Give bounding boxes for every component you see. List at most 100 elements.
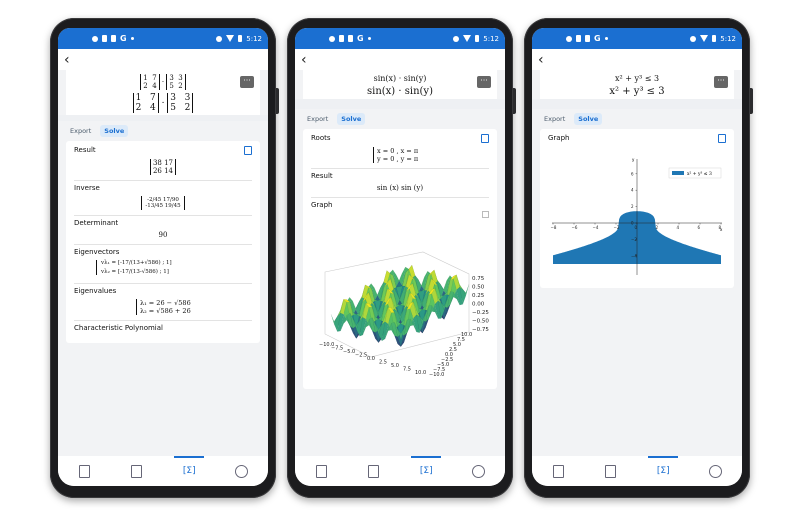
tab-solve[interactable]: Solve bbox=[337, 113, 366, 125]
z-tick-label: −0.25 bbox=[472, 310, 489, 316]
section-title: Inverse bbox=[74, 184, 100, 192]
active-nav-indicator bbox=[648, 456, 679, 458]
profile-nav-icon[interactable] bbox=[235, 464, 249, 478]
history-nav-icon[interactable] bbox=[551, 464, 565, 478]
y-tick-label: 2 bbox=[631, 204, 634, 209]
bottom-navigation: [Σ] bbox=[532, 456, 742, 486]
result-section: Result sin (x) sin (y) bbox=[311, 169, 489, 198]
eigenvalues-section: Eigenvalues λ₁ = 26 − √586 λ₂ = √586 + 2… bbox=[74, 284, 252, 321]
x-tick-label: −5.0 bbox=[343, 349, 355, 355]
tab-export[interactable]: Export bbox=[303, 113, 332, 125]
section-title: Result bbox=[311, 172, 333, 180]
bottom-navigation: [Σ] bbox=[58, 456, 268, 486]
fullscreen-icon[interactable] bbox=[482, 211, 489, 218]
graph-section: Graph y x −8 −6 −4 −2 0 2 4 6 8 6 4 2 0 −2 −4 x² + y³… bbox=[548, 131, 726, 282]
y-axis-label: y bbox=[632, 157, 635, 162]
wifi-icon bbox=[463, 35, 472, 42]
eye-status-icon bbox=[216, 35, 223, 42]
pdf-nav-icon[interactable] bbox=[367, 464, 381, 478]
copy-icon[interactable] bbox=[718, 134, 726, 143]
tab-export[interactable]: Export bbox=[66, 125, 95, 137]
eye-status-icon bbox=[690, 35, 697, 42]
legend-swatch bbox=[672, 171, 684, 175]
solution-card: Roots x = 0 , x = π y = 0 , y = π Result… bbox=[303, 129, 497, 389]
matrix-row: 38 17 bbox=[152, 159, 174, 167]
file-status-icon bbox=[348, 35, 353, 42]
mode-tabs: Export Solve bbox=[295, 109, 505, 129]
expression-rendered: sin(x) · sin(y) bbox=[367, 86, 433, 97]
result-value: sin (x) sin (y) bbox=[376, 184, 424, 192]
copy-icon[interactable] bbox=[481, 134, 489, 143]
section-title: Determinant bbox=[74, 219, 119, 227]
copy-icon[interactable] bbox=[244, 146, 252, 155]
z-tick-label: 0.00 bbox=[472, 302, 485, 308]
screen: G 5:12 ‹ 1 72 4 · 3 35 2 1 72 4 · 3 35 2 bbox=[58, 28, 268, 486]
eigenvector-2: vλ₂ = [-17/(13-√586) ; 1] bbox=[101, 269, 169, 275]
expression-rendered: x² + y³ ≤ 3 bbox=[609, 86, 665, 97]
roots-section: Roots x = 0 , x = π y = 0 , y = π bbox=[311, 131, 489, 169]
pdf-nav-icon[interactable] bbox=[130, 464, 144, 478]
x-tick-label: −8 bbox=[551, 225, 557, 230]
determinant-section: Determinant 90 bbox=[74, 216, 252, 245]
x-tick-label: 2 bbox=[656, 225, 659, 230]
history-nav-icon[interactable] bbox=[77, 464, 91, 478]
solver-nav-icon[interactable]: [Σ] bbox=[174, 456, 205, 478]
top-bar: ‹ bbox=[295, 49, 505, 70]
google-status-icon: G bbox=[594, 34, 601, 43]
expression-small: x² + y³ ≤ 3 bbox=[614, 74, 660, 83]
x-tick-label: −4 bbox=[593, 225, 599, 230]
x-tick-label: 0.0 bbox=[367, 356, 375, 362]
z-axis-ticks: 0.75 0.50 0.25 0.00 −0.25 −0.50 −0.75 bbox=[472, 276, 489, 333]
more-options-button[interactable]: ··· bbox=[240, 76, 254, 88]
tab-solve[interactable]: Solve bbox=[574, 113, 603, 125]
eigenvectors-section: Eigenvectors vλ₁ = [-17/(13+√586) ; 1] v… bbox=[74, 245, 252, 284]
x-tick-label: −2 bbox=[614, 225, 620, 230]
battery-icon bbox=[475, 35, 480, 42]
tab-solve[interactable]: Solve bbox=[100, 125, 129, 137]
legend-label: x² + y³ ≤ 3 bbox=[687, 171, 712, 177]
history-nav-icon[interactable] bbox=[314, 464, 328, 478]
x-axis-ticks: −8 −6 −4 −2 0 2 4 6 8 bbox=[551, 223, 722, 230]
solver-nav-icon[interactable]: [Σ] bbox=[648, 456, 679, 478]
more-options-button[interactable]: ··· bbox=[477, 76, 491, 88]
active-nav-indicator bbox=[174, 456, 205, 458]
section-title: Graph bbox=[548, 134, 570, 142]
inequality-plot: y x −8 −6 −4 −2 0 2 4 6 8 6420−2−4 x² + y³ ≤ 3 bbox=[551, 157, 723, 275]
profile-nav-icon[interactable] bbox=[472, 464, 486, 478]
active-nav-indicator bbox=[411, 456, 442, 458]
surface-plot: 0.75 0.50 0.25 0.00 −0.25 −0.50 −0.75 −10.0 −7.… bbox=[319, 251, 489, 378]
pdf-nav-icon[interactable] bbox=[604, 464, 618, 478]
eigenvalue-2: λ₂ = √586 + 26 bbox=[140, 307, 191, 315]
profile-nav-icon[interactable] bbox=[709, 464, 723, 478]
x-tick-label: −6 bbox=[572, 225, 578, 230]
x-tick-label: −2.5 bbox=[355, 353, 367, 359]
back-button[interactable]: ‹ bbox=[538, 53, 544, 67]
tab-export[interactable]: Export bbox=[540, 113, 569, 125]
divider bbox=[532, 99, 742, 109]
divider bbox=[295, 99, 505, 109]
z-tick-label: −0.75 bbox=[472, 327, 489, 333]
phone-side-button bbox=[276, 88, 279, 114]
back-button[interactable]: ‹ bbox=[301, 53, 307, 67]
section-title: Result bbox=[74, 146, 96, 154]
section-title: Characteristic Polynomial bbox=[74, 324, 163, 332]
phone-side-button bbox=[513, 88, 516, 114]
charpoly-section: Characteristic Polynomial bbox=[74, 321, 252, 341]
file-status-icon bbox=[111, 35, 116, 42]
expression-rendered: 1 72 4 · 3 35 2 bbox=[66, 93, 260, 113]
status-bar: G 5:12 bbox=[295, 28, 505, 49]
file-status-icon bbox=[102, 35, 107, 42]
expression-header: x² + y³ ≤ 3 x² + y³ ≤ 3 ··· bbox=[540, 70, 734, 99]
solver-nav-icon[interactable]: [Σ] bbox=[411, 456, 442, 478]
notification-dot-icon bbox=[367, 37, 371, 40]
phone-inequality: G 5:12 ‹ x² + y³ ≤ 3 x² + y³ ≤ 3 ··· Exp… bbox=[524, 18, 753, 498]
back-button[interactable]: ‹ bbox=[64, 53, 70, 67]
more-options-button[interactable]: ··· bbox=[714, 76, 728, 88]
phone-matrix: G 5:12 ‹ 1 72 4 · 3 35 2 1 72 4 · 3 35 2 bbox=[50, 18, 279, 498]
solution-card: Graph y x −8 −6 −4 −2 0 2 4 6 8 6 4 2 0 −2 −4 x² + y³… bbox=[540, 129, 734, 288]
phone-side-button bbox=[750, 88, 753, 114]
section-title: Eigenvectors bbox=[74, 248, 120, 256]
x-tick-label: 7.5 bbox=[403, 367, 411, 373]
y-tick-label: 4 bbox=[631, 188, 634, 193]
file-status-icon bbox=[576, 35, 581, 42]
